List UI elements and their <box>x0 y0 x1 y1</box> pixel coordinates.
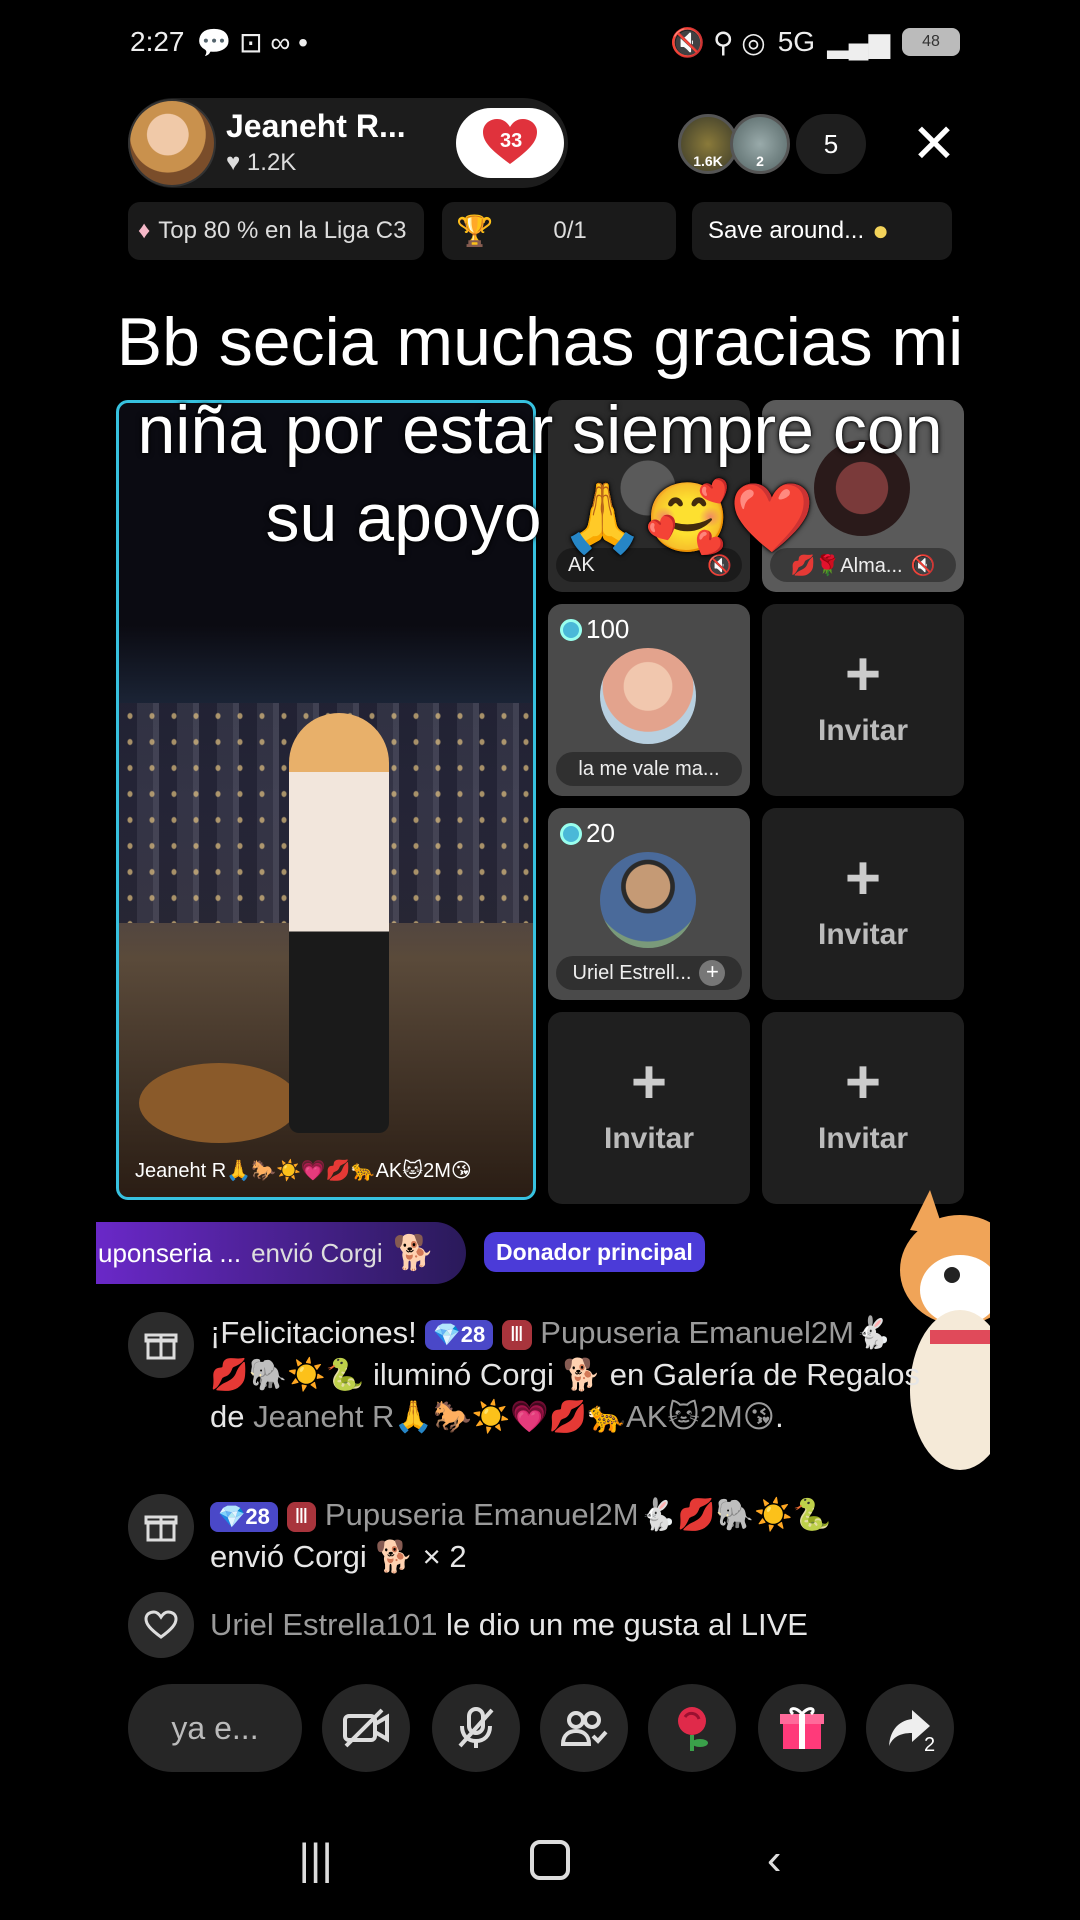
follow-button[interactable]: 33 <box>456 108 564 178</box>
invite-slot[interactable]: + Invitar <box>762 604 964 796</box>
chat-username: Uriel Estrella101 <box>210 1607 438 1642</box>
plus-icon: + <box>844 640 882 709</box>
host-avatar[interactable] <box>128 99 216 187</box>
invite-slot[interactable]: + Invitar <box>762 1012 964 1204</box>
invite-label: Invitar <box>817 714 909 747</box>
table-decor <box>139 1063 299 1143</box>
diamond-icon: ♦ <box>138 217 151 244</box>
share-icon[interactable]: 2 <box>866 1684 954 1772</box>
rose-icon[interactable] <box>648 1684 736 1772</box>
invite-slot[interactable]: + Invitar <box>548 1012 750 1204</box>
viewer-count[interactable]: 5 <box>796 114 866 174</box>
league-chip[interactable]: ♦ Top 80 % en la Liga C3 <box>128 202 424 260</box>
close-icon[interactable]: ✕ <box>906 116 962 172</box>
invite-label: Invitar <box>603 1122 695 1155</box>
goal-chip[interactable]: 🏆 0/1 <box>442 202 676 260</box>
chat-message[interactable]: ¡Felicitaciones! 💎28 Ⅲ Pupuseria Emanuel… <box>128 1312 928 1438</box>
host-figure <box>289 713 389 1133</box>
level-badge: 💎28 <box>425 1319 494 1350</box>
plus-icon: + <box>844 1048 882 1117</box>
guest-name: Uriel Estrell... <box>572 961 692 984</box>
top-donor-badge: Donador principal <box>484 1232 705 1272</box>
trophy-icon: 🏆 <box>456 214 494 248</box>
system-nav-bar: ||| ‹ <box>0 1820 1080 1900</box>
chat-message[interactable]: 💎28 Ⅲ Pupuseria Emanuel2M🐇💋🐘☀️🐍 envió Co… <box>128 1494 928 1578</box>
users-icon[interactable] <box>540 1684 628 1772</box>
heart-icon: ♥ <box>226 148 241 176</box>
comment-input[interactable]: ya e... <box>128 1684 302 1772</box>
invite-label: Invitar <box>817 918 909 951</box>
status-time: 2:27 <box>130 26 185 57</box>
plus-icon: + <box>844 844 882 913</box>
corgi-icon: 🐕 <box>392 1234 435 1272</box>
guest-avatar <box>600 648 696 744</box>
signal-icon: ▂▄▆ <box>827 26 890 58</box>
invite-label: Invitar <box>817 1122 909 1155</box>
level-badge: 💎28 <box>210 1501 278 1532</box>
save-chip[interactable]: Save around... ● <box>692 202 952 260</box>
chick-icon: ● <box>872 215 890 246</box>
viewer-list[interactable]: 1.6K 2 5 <box>678 112 878 176</box>
home-icon[interactable] <box>529 1840 570 1880</box>
guest-tile[interactable]: 100 la me vale ma... <box>548 604 750 796</box>
gift-banner[interactable]: uponseria ... envió Corgi 🐕 <box>96 1222 466 1284</box>
follow-count: 33 <box>500 130 523 152</box>
status-icons: 🔇 ⚲ ◎ <box>670 26 766 58</box>
banner-action: envió Corgi <box>251 1237 383 1268</box>
host-tile-label: Jeaneht R🙏🐎☀️💗💋🐆AK🐱2M😘 <box>135 1160 472 1182</box>
share-count: 2 <box>924 1734 936 1756</box>
invite-slot[interactable]: + Invitar <box>762 808 964 1000</box>
heart-icon <box>128 1592 194 1658</box>
back-icon[interactable]: ‹ <box>767 1835 782 1885</box>
plus-icon: + <box>630 1048 668 1117</box>
banner-user: uponseria ... <box>98 1237 242 1268</box>
mic-off-icon[interactable] <box>432 1684 520 1772</box>
viewer-avatar[interactable]: 2 <box>730 114 790 174</box>
guest-score: 100 <box>560 614 629 645</box>
rank-badge: Ⅲ <box>286 1501 317 1532</box>
host-likes: ♥ 1.2K <box>226 148 297 176</box>
guest-tile[interactable]: 20 Uriel Estrell... + <box>548 808 750 1000</box>
camera-off-icon[interactable] <box>322 1684 410 1772</box>
guest-avatar <box>600 852 696 948</box>
chat-username: Pupuseria Emanuel2M🐇💋🐘☀️🐍 <box>324 1497 832 1532</box>
caption-text: Bb secia muchas gracias mi niña por esta… <box>116 304 964 556</box>
rank-badge: Ⅲ <box>501 1319 532 1350</box>
gift-icon <box>128 1312 194 1378</box>
battery-icon: 48 <box>902 28 960 56</box>
network-label: 5G <box>777 26 816 57</box>
host-name: Jeaneht R... <box>226 107 406 144</box>
viewer-avatar[interactable]: 1.6K <box>678 114 738 174</box>
status-bar: 2:27 💬 ⊡ ∞ • 🔇 ⚲ ◎ 5G ▂▄▆ 48 <box>130 22 960 62</box>
follow-plus-icon[interactable]: + <box>699 960 726 986</box>
notification-icons: 💬 ⊡ ∞ • <box>196 26 308 58</box>
chat-message[interactable]: Uriel Estrella101 le dio un me gusta al … <box>128 1592 928 1658</box>
guest-score: 20 <box>560 818 615 849</box>
gift-icon <box>128 1494 194 1560</box>
gift-icon[interactable] <box>758 1684 846 1772</box>
guest-name: la me vale ma... <box>556 752 742 786</box>
recents-icon[interactable]: ||| <box>299 1835 333 1885</box>
